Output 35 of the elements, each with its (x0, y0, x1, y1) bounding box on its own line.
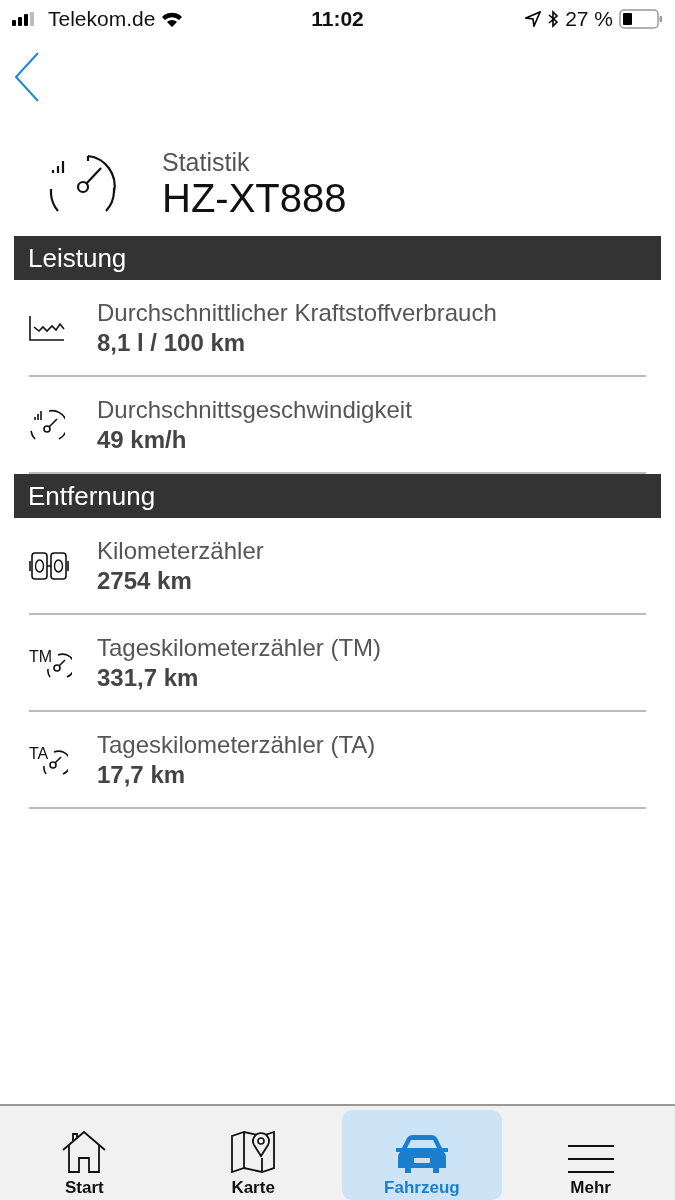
location-arrow-icon (525, 10, 542, 27)
stat-value: 331,7 km (97, 663, 200, 692)
stat-label: Kilometerzähler (97, 536, 264, 565)
tab-button[interactable]: Mehr (510, 1110, 671, 1200)
page-subtitle: Statistik (162, 148, 251, 177)
stat-label: Durchschnittlicher Kraftstoffverbrauch (97, 298, 497, 327)
back-button[interactable] (14, 52, 40, 102)
speedometer-icon (48, 153, 118, 214)
odometer-icon (29, 550, 69, 581)
wifi-icon (161, 10, 184, 27)
bluetooth-icon (547, 9, 560, 28)
menu-icon (566, 1144, 615, 1174)
line-chart-icon (29, 314, 65, 341)
battery-percent: 27 % (565, 6, 613, 31)
stat-value: 17,7 km (97, 760, 187, 789)
clock-time: 11:02 (310, 6, 365, 31)
stat-value: 49 km/h (97, 425, 188, 454)
map-pin-icon (230, 1130, 277, 1174)
stat-value: 2754 km (97, 566, 193, 595)
license-plate: HZ-XT888 (162, 177, 347, 219)
trip-label: TM (29, 648, 53, 665)
battery-icon (619, 8, 663, 29)
tab-button[interactable]: Karte (173, 1110, 334, 1200)
house-icon (61, 1130, 108, 1174)
chevron-left-icon (14, 52, 40, 102)
stat-label: Tageskilometerzähler (TA) (97, 730, 376, 759)
section-header: Entfernung (14, 474, 661, 518)
stat-value: 8,1 l / 100 km (97, 328, 247, 357)
speedometer-icon (29, 408, 65, 441)
trip-label: TA (29, 745, 49, 762)
section-header: Leistung (14, 236, 661, 280)
carrier-name: Telekom.de (48, 6, 156, 31)
tab-button[interactable]: Start (4, 1110, 165, 1200)
stat-label: Durchschnittsgeschwindigkeit (97, 395, 412, 424)
stat-label: Tageskilometerzähler (TM) (97, 633, 382, 662)
